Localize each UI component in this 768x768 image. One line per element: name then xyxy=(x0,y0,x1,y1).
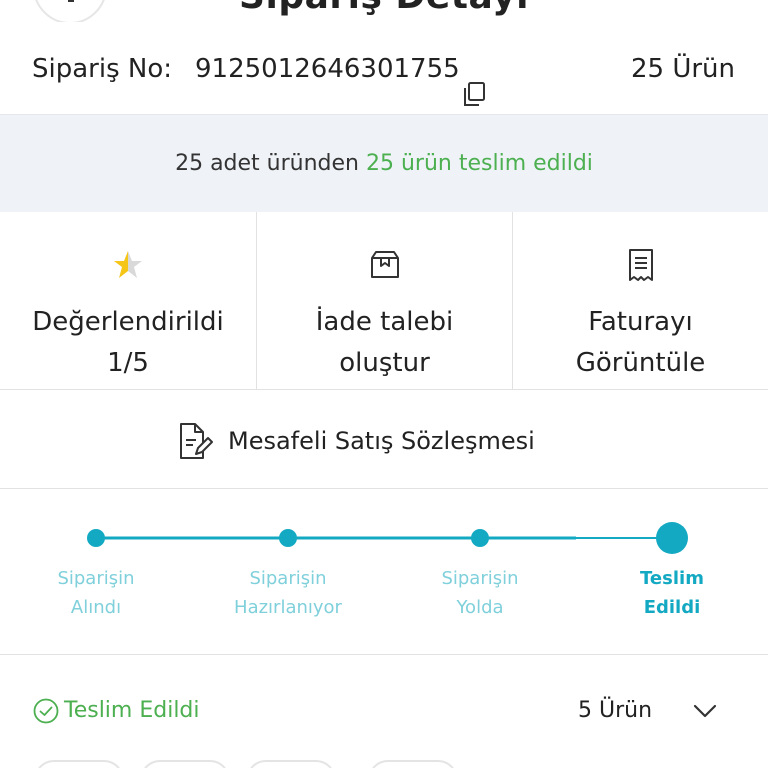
step-label-delivered: Teslim Edildi xyxy=(592,564,752,622)
product-thumbnail[interactable] xyxy=(246,760,336,768)
order-number-label: Sipariş No: xyxy=(32,54,173,84)
page-title: Sipariş Detayı xyxy=(0,0,768,17)
view-invoice-label-1: Faturayı xyxy=(588,307,693,337)
progress-track xyxy=(87,522,688,554)
product-thumbnail[interactable] xyxy=(368,760,458,768)
shipment-status-row[interactable]: Teslim Edildi 5 Ürün xyxy=(0,656,768,768)
return-request-button[interactable]: İade talebi oluştur xyxy=(257,212,513,390)
top-header: Sipariş Detayı xyxy=(0,0,768,22)
step-label-preparing-line2: Hazırlanıyor xyxy=(234,597,342,618)
rate-order-button[interactable]: Değerlendirildi 1/5 xyxy=(0,212,257,390)
rate-order-score: 1/5 xyxy=(107,348,149,378)
product-thumbnail[interactable] xyxy=(34,760,124,768)
shipment-status-label: Teslim Edildi xyxy=(64,698,200,723)
delivery-summary-text: 25 adet üründen 25 ürün teslim edildi xyxy=(0,151,768,176)
step-label-delivered-line1: Teslim xyxy=(640,568,704,589)
order-number-value: 9125012646301755 xyxy=(195,54,460,84)
order-progress-tracker: Siparişin Alındı Siparişin Hazırlanıyor … xyxy=(0,490,768,655)
rate-order-label: Değerlendirildi xyxy=(32,307,224,337)
copy-icon[interactable] xyxy=(460,80,490,110)
product-thumbnails xyxy=(0,756,768,768)
step-label-received: Siparişin Alındı xyxy=(16,564,176,622)
contract-label: Mesafeli Satış Sözleşmesi xyxy=(228,427,535,455)
order-info-row: Sipariş No: 9125012646301755 25 Ürün xyxy=(0,32,768,112)
step-dot-delivered xyxy=(656,522,688,554)
step-dot-shipping xyxy=(471,529,489,547)
star-icon xyxy=(114,251,142,278)
document-edit-icon xyxy=(180,423,213,459)
delivery-summary-highlight: 25 ürün teslim edildi xyxy=(365,151,593,176)
step-label-shipping-line2: Yolda xyxy=(456,597,504,618)
step-label-shipping: Siparişin Yolda xyxy=(400,564,560,622)
order-actions: Değerlendirildi 1/5 İade talebi oluştur … xyxy=(0,212,768,390)
return-request-label-2: oluştur xyxy=(339,348,430,378)
view-invoice-label-2: Görüntüle xyxy=(575,348,706,378)
distance-sales-contract-link[interactable]: Mesafeli Satış Sözleşmesi xyxy=(0,391,768,489)
step-label-received-line2: Alındı xyxy=(70,597,122,618)
shipment-item-count: 5 Ürün xyxy=(578,698,653,723)
return-request-label-1: İade talebi xyxy=(315,307,454,337)
invoice-icon xyxy=(628,249,653,281)
check-circle-icon xyxy=(33,698,59,724)
step-label-shipping-line1: Siparişin xyxy=(441,568,519,589)
delivery-summary-prefix: 25 adet üründen xyxy=(175,151,359,176)
return-box-icon xyxy=(370,251,399,278)
step-label-preparing: Siparişin Hazırlanıyor xyxy=(208,564,368,622)
step-label-received-line1: Siparişin xyxy=(57,568,135,589)
step-label-delivered-line2: Edildi xyxy=(643,597,701,618)
delivery-summary-banner: 25 adet üründen 25 ürün teslim edildi xyxy=(0,114,768,212)
chevron-down-icon[interactable] xyxy=(692,700,718,722)
order-item-count: 25 Ürün xyxy=(630,54,735,84)
view-invoice-button[interactable]: Faturayı Görüntüle xyxy=(513,212,768,390)
product-thumbnail[interactable] xyxy=(140,760,230,768)
step-dot-preparing xyxy=(279,529,297,547)
step-dot-received xyxy=(87,529,105,547)
step-label-preparing-line1: Siparişin xyxy=(249,568,327,589)
